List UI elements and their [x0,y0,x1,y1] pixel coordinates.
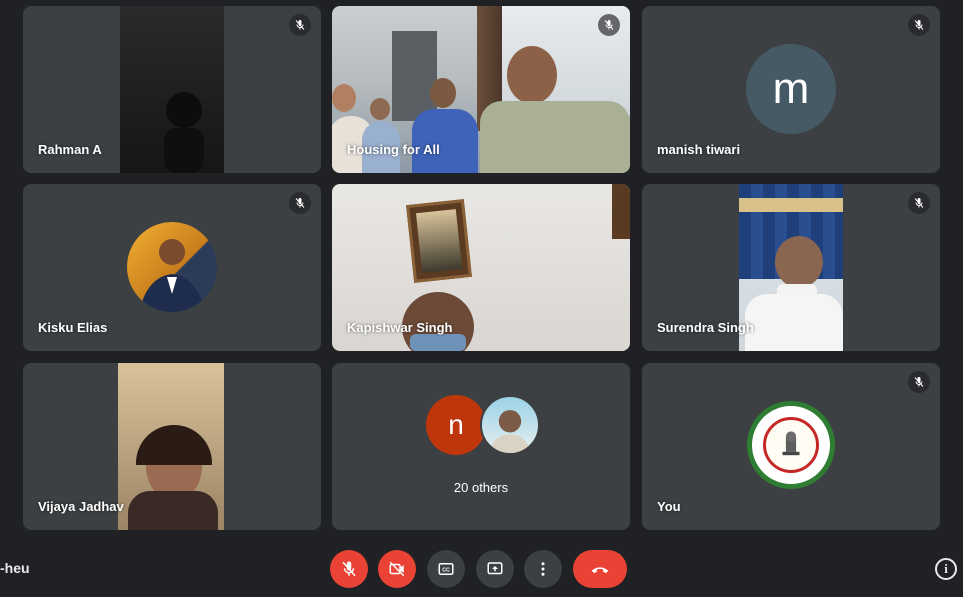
avatar: m [746,44,836,134]
participant-tile-manish[interactable]: m manish tiwari [642,6,940,173]
government-emblem-icon [747,401,835,489]
leave-call-button[interactable] [573,550,627,588]
participant-name: You [657,499,681,514]
avatar: n [426,395,486,455]
camera-off-icon [389,561,405,577]
more-options-icon [541,562,545,576]
participant-tile-rahman[interactable]: Rahman A [23,6,321,173]
participant-name: Kapishwar Singh [347,320,453,335]
participant-tile-housing[interactable]: Housing for All [332,6,630,173]
muted-mic-icon [908,14,930,36]
participant-tile-kapishwar[interactable]: Kapishwar Singh [332,184,630,351]
captions-button[interactable]: CC [427,550,465,588]
meeting-info-button[interactable]: i [935,558,957,580]
video-feed [739,184,843,351]
captions-icon: CC [438,563,454,575]
camera-toggle-button[interactable] [378,550,416,588]
participant-name: Surendra Singh [657,320,754,335]
participant-tile-you[interactable]: You [642,363,940,530]
muted-mic-icon [908,192,930,214]
muted-mic-icon [289,192,311,214]
muted-mic-icon [908,371,930,393]
participant-tile-kisku[interactable]: Kisku Elias [23,184,321,351]
meeting-code: -heu [0,560,30,576]
participant-name: Kisku Elias [38,320,108,335]
svg-text:CC: CC [442,568,450,574]
participant-name: manish tiwari [657,142,741,157]
participant-name: Rahman A [38,142,102,157]
others-count-label: 20 others [453,480,509,495]
avatar [480,395,540,455]
video-feed [118,363,224,530]
participant-name: Housing for All [347,142,440,157]
mic-toggle-button[interactable] [330,550,368,588]
more-options-button[interactable] [524,550,562,588]
muted-mic-icon [598,14,620,36]
avatar [127,222,217,312]
participant-tile-vijaya[interactable]: Vijaya Jadhav [23,363,321,530]
present-button[interactable] [476,550,514,588]
present-screen-icon [487,562,503,575]
participant-tile-surendra[interactable]: Surendra Singh [642,184,940,351]
others-avatar-group: n [426,395,540,457]
person-silhouette [164,92,204,173]
muted-mic-icon [289,14,311,36]
mic-off-icon [342,561,356,577]
leave-call-icon [591,567,609,574]
video-feed [120,6,224,173]
participant-name: Vijaya Jadhav [38,499,124,514]
others-tile[interactable]: n 20 others [332,363,630,530]
